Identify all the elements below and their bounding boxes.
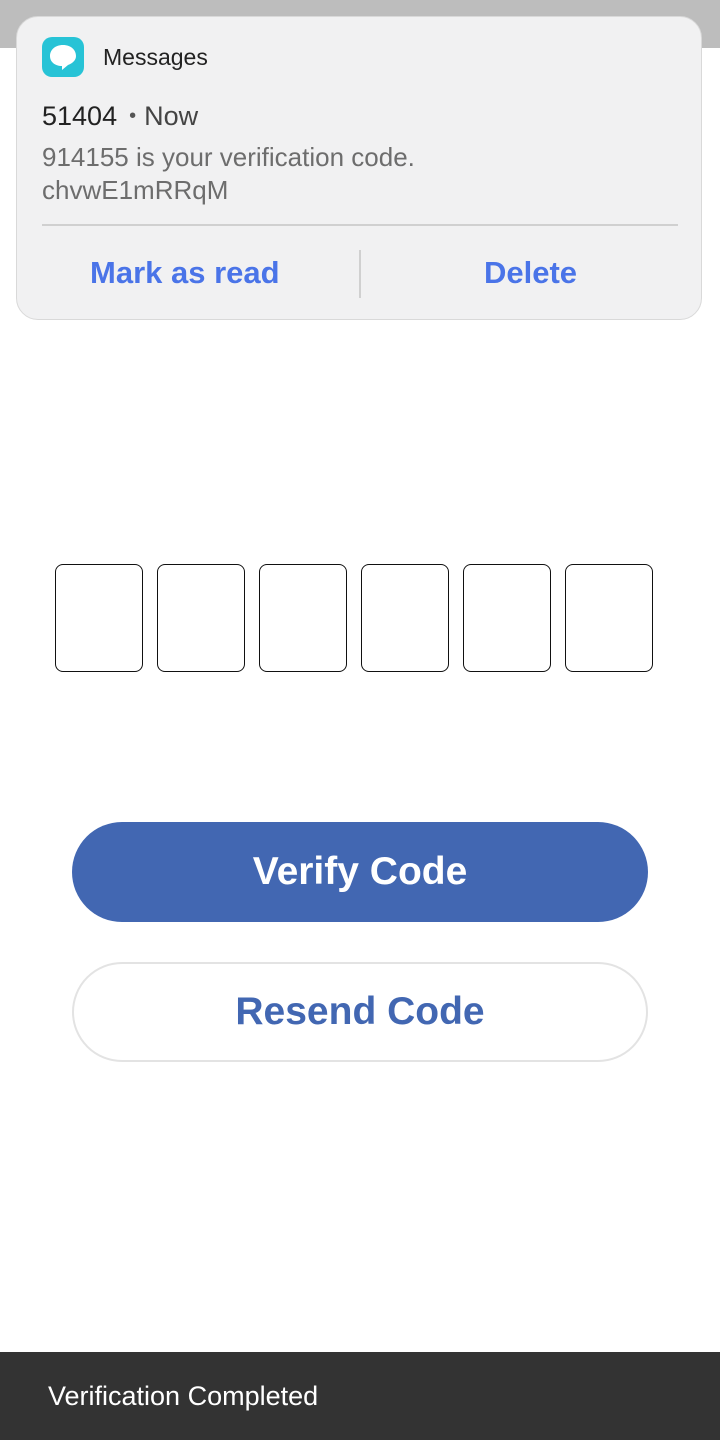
toast-notification: Verification Completed xyxy=(0,1352,720,1440)
message-notification[interactable]: Messages 51404 • Now 914155 is your veri… xyxy=(16,16,702,320)
notification-time: Now xyxy=(144,101,199,131)
code-digit-box-2[interactable] xyxy=(157,564,245,672)
code-digit-box-6[interactable] xyxy=(565,564,653,672)
action-separator xyxy=(359,250,361,298)
notification-app-name: Messages xyxy=(103,43,208,70)
notification-header: Messages xyxy=(42,37,208,77)
notification-title-row: 51404 • Now xyxy=(42,101,198,132)
notification-sender: 51404 xyxy=(42,101,118,131)
verify-code-button[interactable]: Verify Code xyxy=(72,822,648,922)
code-digit-box-1[interactable] xyxy=(55,564,143,672)
notification-divider xyxy=(42,224,678,226)
toast-message: Verification Completed xyxy=(48,1380,319,1411)
code-digit-box-3[interactable] xyxy=(259,564,347,672)
code-digit-box-4[interactable] xyxy=(361,564,449,672)
mark-as-read-button[interactable]: Mark as read xyxy=(90,255,280,291)
verification-code-input xyxy=(55,564,653,672)
chat-bubble-icon xyxy=(42,37,84,77)
notification-body-line: chvwE1mRRqM xyxy=(42,175,229,205)
delete-button[interactable]: Delete xyxy=(484,255,577,291)
separator-dot: • xyxy=(129,105,137,127)
notification-body-line: 914155 is your verification code. xyxy=(42,142,415,172)
code-digit-box-5[interactable] xyxy=(463,564,551,672)
notification-body: 914155 is your verification code. chvwE1… xyxy=(42,141,415,207)
resend-code-button[interactable]: Resend Code xyxy=(72,962,648,1062)
